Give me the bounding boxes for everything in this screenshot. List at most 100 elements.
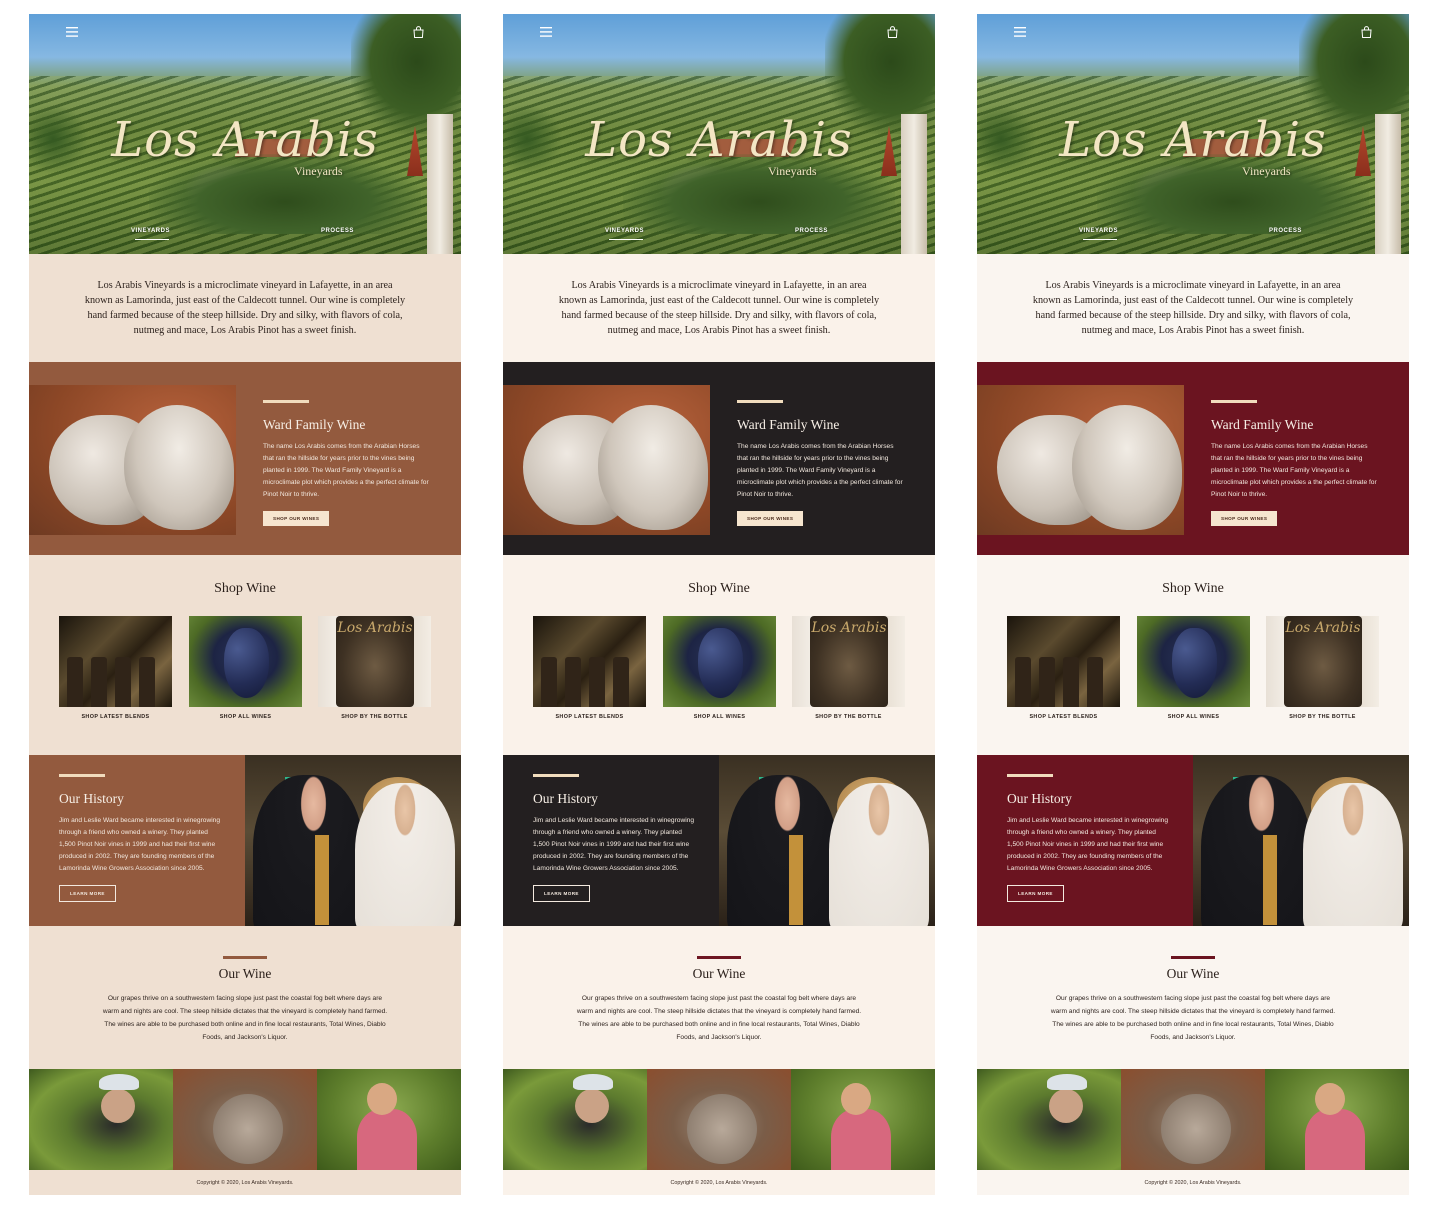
- woman-figure: [355, 783, 455, 926]
- intro-text: Los Arabis Vineyards is a microclimate v…: [84, 280, 406, 336]
- intro-section: Los Arabis Vineyards is a microclimate v…: [977, 254, 1409, 362]
- nav-link-vineyards[interactable]: VINEYARDS: [131, 228, 170, 234]
- shop-card-label: SHOP LATEST BLENDS: [81, 714, 150, 720]
- active-nav-underline: [1083, 239, 1117, 240]
- section-accent-bar: [59, 774, 105, 777]
- shop-card-label: SHOP BY THE BOTTLE: [815, 714, 882, 720]
- page-variant-burgundy: Los Arabis Vineyards VINEYARDS PROCESS L…: [977, 14, 1409, 1195]
- ward-family-body: The name Los Arabis comes from the Arabi…: [263, 443, 429, 498]
- gallery-photo-man-in-vines: [977, 1069, 1121, 1170]
- our-history-body: Jim and Leslie Ward became interested in…: [533, 817, 695, 872]
- intro-section: Los Arabis Vineyards is a microclimate v…: [29, 254, 461, 362]
- photo-gallery: [503, 1069, 935, 1170]
- our-history-content: Our History Jim and Leslie Ward became i…: [1007, 774, 1171, 902]
- ward-family-section: Ward Family Wine The name Los Arabis com…: [503, 362, 935, 555]
- our-wine-section: Our Wine Our grapes thrive on a southwes…: [29, 926, 461, 1069]
- nav-link-vineyards[interactable]: VINEYARDS: [605, 228, 644, 234]
- woman-figure: [1303, 783, 1403, 926]
- section-accent-bar: [1007, 774, 1053, 777]
- bottle-label: Los Arabis: [810, 616, 888, 707]
- shop-our-wines-button[interactable]: SHOP OUR WINES: [1211, 511, 1278, 526]
- ward-family-body: The name Los Arabis comes from the Arabi…: [1211, 443, 1377, 498]
- grape-cluster-photo: [189, 616, 302, 707]
- section-accent-bar: [223, 956, 267, 959]
- our-history-content: Our History Jim and Leslie Ward became i…: [533, 774, 697, 902]
- footer: Copyright © 2020, Los Arabis Vineyards.: [29, 1170, 461, 1195]
- brand-logo[interactable]: Los Arabis: [503, 112, 935, 168]
- ward-family-section: Ward Family Wine The name Los Arabis com…: [977, 362, 1409, 555]
- wine-bottles-photo: [533, 616, 646, 707]
- learn-more-button[interactable]: LEARN MORE: [59, 885, 116, 902]
- ward-family-title: Ward Family Wine: [1211, 417, 1314, 432]
- shopping-bag-icon[interactable]: [409, 24, 427, 40]
- gallery-photo-woman-in-vines: [317, 1069, 461, 1170]
- nav-link-process[interactable]: PROCESS: [1269, 228, 1302, 234]
- tie: [315, 835, 329, 925]
- wine-bottle-label-photo: Los Arabis: [318, 616, 431, 707]
- section-accent-bar: [1211, 400, 1257, 403]
- hamburger-menu-icon-graphic: [540, 27, 552, 37]
- shop-card-latest-blends[interactable]: SHOP LATEST BLENDS: [533, 616, 646, 720]
- woman-figure: [829, 783, 929, 926]
- bottle-label: Los Arabis: [1284, 616, 1362, 707]
- hamburger-menu-icon[interactable]: [63, 24, 81, 40]
- ward-family-title: Ward Family Wine: [263, 417, 366, 432]
- our-history-section: Our History Jim and Leslie Ward became i…: [977, 755, 1409, 926]
- copyright-text: Copyright © 2020, Los Arabis Vineyards.: [196, 1179, 294, 1186]
- ward-family-body: The name Los Arabis comes from the Arabi…: [737, 443, 903, 498]
- shopping-bag-icon[interactable]: [883, 24, 901, 40]
- section-accent-bar: [1171, 956, 1215, 959]
- photo-gallery: [977, 1069, 1409, 1170]
- gallery-photo-woman-in-vines: [1265, 1069, 1409, 1170]
- our-wine-title: Our Wine: [218, 966, 272, 981]
- our-history-title: Our History: [1007, 791, 1072, 806]
- wine-bottles-photo: [59, 616, 172, 707]
- shop-wine-title: Shop Wine: [688, 581, 750, 596]
- brand-logo[interactable]: Los Arabis: [29, 112, 461, 168]
- shop-card-label: SHOP LATEST BLENDS: [555, 714, 624, 720]
- shop-card-all-wines[interactable]: SHOP ALL WINES: [189, 616, 302, 720]
- horse-right: [124, 405, 234, 530]
- brand-logo-subtitle: Vineyards: [1242, 164, 1291, 178]
- our-history-title: Our History: [533, 791, 598, 806]
- our-history-section: Our History Jim and Leslie Ward became i…: [503, 755, 935, 926]
- shop-card-all-wines[interactable]: SHOP ALL WINES: [663, 616, 776, 720]
- man-figure: [727, 775, 837, 926]
- shop-card-by-the-bottle[interactable]: Los Arabis SHOP BY THE BOTTLE: [792, 616, 905, 720]
- shop-card-by-the-bottle[interactable]: Los Arabis SHOP BY THE BOTTLE: [1266, 616, 1379, 720]
- shop-card-label: SHOP ALL WINES: [1167, 714, 1220, 720]
- our-wine-section: Our Wine Our grapes thrive on a southwes…: [503, 926, 935, 1069]
- our-history-body: Jim and Leslie Ward became interested in…: [59, 817, 221, 872]
- hamburger-menu-icon[interactable]: [1011, 24, 1029, 40]
- gallery-photo-man-in-vines: [29, 1069, 173, 1170]
- brand-logo[interactable]: Los Arabis: [977, 112, 1409, 168]
- shop-card-label: SHOP ALL WINES: [693, 714, 746, 720]
- shop-card-all-wines[interactable]: SHOP ALL WINES: [1137, 616, 1250, 720]
- man-figure: [253, 775, 363, 926]
- intro-text: Los Arabis Vineyards is a microclimate v…: [558, 280, 880, 336]
- copyright-text: Copyright © 2020, Los Arabis Vineyards.: [670, 1179, 768, 1186]
- shop-wine-title: Shop Wine: [214, 581, 276, 596]
- section-accent-bar: [263, 400, 309, 403]
- nav-link-process[interactable]: PROCESS: [321, 228, 354, 234]
- shop-card-by-the-bottle[interactable]: Los Arabis SHOP BY THE BOTTLE: [318, 616, 431, 720]
- active-nav-underline: [135, 239, 169, 240]
- grape-cluster-photo: [1137, 616, 1250, 707]
- intro-section: Los Arabis Vineyards is a microclimate v…: [503, 254, 935, 362]
- hero-banner: Los Arabis Vineyards VINEYARDS PROCESS: [503, 14, 935, 254]
- shop-wine-section: Shop Wine SHOP LATEST BLENDS SHOP ALL WI…: [29, 555, 461, 755]
- shopping-bag-icon[interactable]: [1357, 24, 1375, 40]
- shop-our-wines-button[interactable]: SHOP OUR WINES: [737, 511, 804, 526]
- shop-card-latest-blends[interactable]: SHOP LATEST BLENDS: [59, 616, 172, 720]
- page-variant-brown: Los Arabis Vineyards VINEYARDS PROCESS L…: [29, 14, 461, 1195]
- shopping-bag-icon-graphic: [412, 26, 424, 38]
- shop-our-wines-button[interactable]: SHOP OUR WINES: [263, 511, 330, 526]
- nav-link-process[interactable]: PROCESS: [795, 228, 828, 234]
- hamburger-menu-icon[interactable]: [537, 24, 555, 40]
- nav-link-vineyards[interactable]: VINEYARDS: [1079, 228, 1118, 234]
- shop-wine-title: Shop Wine: [1162, 581, 1224, 596]
- learn-more-button[interactable]: LEARN MORE: [1007, 885, 1064, 902]
- shop-card-latest-blends[interactable]: SHOP LATEST BLENDS: [1007, 616, 1120, 720]
- learn-more-button[interactable]: LEARN MORE: [533, 885, 590, 902]
- ward-family-content: Ward Family Wine The name Los Arabis com…: [263, 400, 431, 526]
